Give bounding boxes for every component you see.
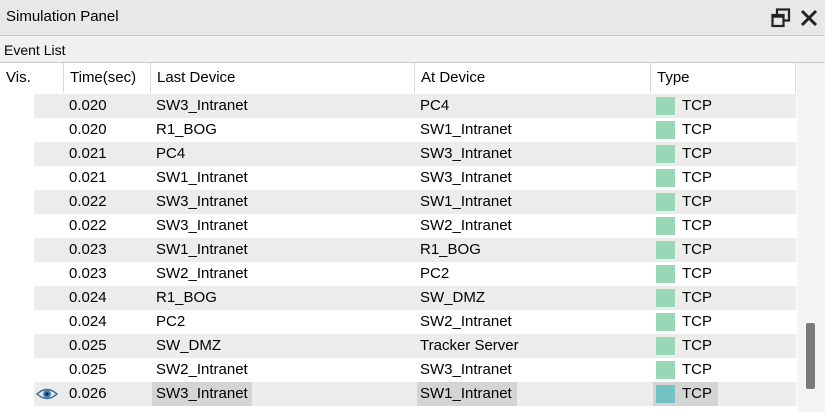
event-type: TCP (682, 97, 712, 114)
event-type: TCP (682, 313, 712, 330)
event-at-device: Tracker Server (420, 337, 519, 354)
event-type: TCP (682, 265, 712, 282)
table-row[interactable]: 0.020 R1_BOG SW1_Intranet TCP (0, 118, 796, 142)
type-color-swatch (656, 169, 675, 187)
event-type: TCP (682, 241, 712, 258)
event-at-device: R1_BOG (420, 241, 481, 258)
event-last-device: SW3_Intranet (156, 97, 248, 114)
table-row[interactable]: 0.022 SW3_Intranet SW2_Intranet TCP (0, 214, 796, 238)
column-header-at-device[interactable]: At Device (415, 63, 651, 93)
event-type: TCP (682, 289, 712, 306)
event-last-device: PC2 (156, 313, 186, 330)
event-last-device: SW2_Intranet (156, 265, 248, 282)
table-row[interactable]: 0.024 R1_BOG SW_DMZ TCP (0, 286, 796, 310)
type-color-swatch (656, 193, 675, 211)
event-time: 0.024 (69, 313, 107, 330)
table-row[interactable]: 0.023 SW2_Intranet PC2 TCP (0, 262, 796, 286)
event-last-device: R1_BOG (156, 289, 217, 306)
type-color-swatch (656, 385, 675, 403)
column-header-time[interactable]: Time(sec) (64, 63, 151, 93)
event-last-device: SW2_Intranet (156, 361, 248, 378)
table-row[interactable]: 0.023 SW1_Intranet R1_BOG TCP (0, 238, 796, 262)
type-color-swatch (656, 145, 675, 163)
type-color-swatch (656, 97, 675, 115)
table-row[interactable]: 0.022 SW3_Intranet SW1_Intranet TCP (0, 190, 796, 214)
type-color-swatch (656, 361, 675, 379)
table-row[interactable]: 0.020 SW3_Intranet PC4 TCP (0, 94, 796, 118)
panel-title: Simulation Panel (6, 8, 119, 25)
event-time: 0.020 (69, 121, 107, 138)
event-at-device: PC4 (420, 97, 450, 114)
event-at-device: SW1_Intranet (420, 193, 512, 210)
event-at-device: SW3_Intranet (420, 145, 512, 162)
event-last-device: SW_DMZ (156, 337, 221, 354)
event-last-device: R1_BOG (156, 121, 217, 138)
event-last-device: SW1_Intranet (156, 241, 248, 258)
event-list-label: Event List (4, 42, 66, 58)
event-time: 0.024 (69, 289, 107, 306)
type-color-swatch (656, 313, 675, 331)
event-type: TCP (682, 121, 712, 138)
restore-window-icon[interactable] (771, 8, 791, 28)
event-type: TCP (682, 217, 712, 234)
event-type: TCP (682, 337, 712, 354)
event-last-device: SW3_Intranet (156, 385, 248, 402)
type-color-swatch (656, 289, 675, 307)
event-time: 0.021 (69, 145, 107, 162)
event-time: 0.025 (69, 361, 107, 378)
type-color-swatch (656, 265, 675, 283)
table-row[interactable]: 0.024 PC2 SW2_Intranet TCP (0, 310, 796, 334)
event-type: TCP (682, 385, 712, 402)
event-at-device: SW1_Intranet (420, 121, 512, 138)
event-at-device: SW1_Intranet (420, 385, 512, 402)
event-at-device: SW2_Intranet (420, 217, 512, 234)
type-color-swatch (656, 217, 675, 235)
event-last-device: SW1_Intranet (156, 169, 248, 186)
table-row[interactable]: 0.025 SW_DMZ Tracker Server TCP (0, 334, 796, 358)
event-type: TCP (682, 193, 712, 210)
type-color-swatch (656, 241, 675, 259)
event-at-device: SW3_Intranet (420, 361, 512, 378)
event-at-device: SW2_Intranet (420, 313, 512, 330)
eye-icon[interactable] (35, 386, 59, 402)
column-header-last-device[interactable]: Last Device (151, 63, 415, 93)
scrollbar-thumb[interactable] (806, 323, 815, 389)
column-header-vis[interactable]: Vis. (0, 63, 64, 93)
table-row[interactable]: 0.025 SW2_Intranet SW3_Intranet TCP (0, 358, 796, 382)
type-color-swatch (656, 121, 675, 139)
column-header-type[interactable]: Type (651, 63, 796, 93)
event-last-device: PC4 (156, 145, 186, 162)
event-at-device: PC2 (420, 265, 450, 282)
table-row[interactable]: 0.021 SW1_Intranet SW3_Intranet TCP (0, 166, 796, 190)
event-at-device: SW3_Intranet (420, 169, 512, 186)
table-row[interactable]: 0.021 PC4 SW3_Intranet TCP (0, 142, 796, 166)
event-list-header: Vis. Time(sec) Last Device At Device Typ… (0, 63, 796, 93)
event-last-device: SW3_Intranet (156, 193, 248, 210)
event-time: 0.021 (69, 169, 107, 186)
close-icon[interactable] (799, 8, 819, 28)
type-color-swatch (656, 337, 675, 355)
event-at-device: SW_DMZ (420, 289, 485, 306)
event-time: 0.022 (69, 193, 107, 210)
event-type: TCP (682, 169, 712, 186)
panel-titlebar: Simulation Panel (0, 0, 825, 36)
event-time: 0.025 (69, 337, 107, 354)
table-row[interactable]: 0.026 SW3_Intranet SW1_Intranet TCP (0, 382, 796, 406)
event-time: 0.023 (69, 265, 107, 282)
event-time: 0.022 (69, 217, 107, 234)
event-type: TCP (682, 145, 712, 162)
event-time: 0.023 (69, 241, 107, 258)
event-time: 0.020 (69, 97, 107, 114)
event-type: TCP (682, 361, 712, 378)
event-last-device: SW3_Intranet (156, 217, 248, 234)
event-time: 0.026 (69, 385, 107, 402)
